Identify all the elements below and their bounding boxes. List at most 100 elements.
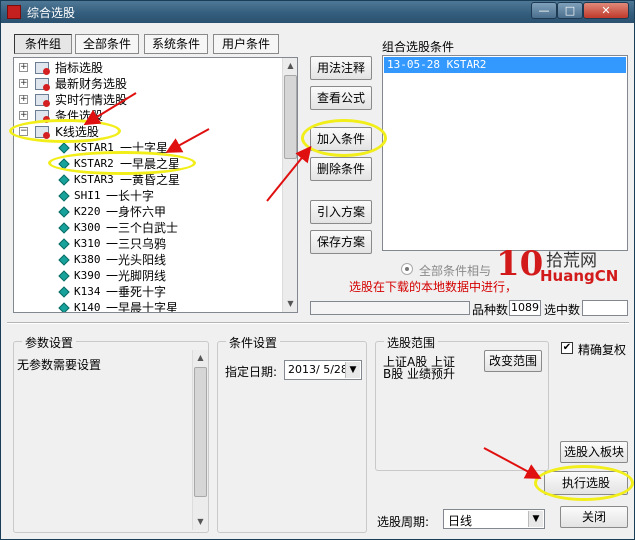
params-group: 参数设置 无参数需要设置 ▲ ▼ [13,334,209,533]
formula-icon [58,302,70,312]
annotation-ring-execute [534,465,634,501]
date-label: 指定日期: [225,365,278,379]
folder-icon [35,78,50,91]
and-radio[interactable] [401,263,413,275]
chevron-down-icon[interactable]: ▼ [528,511,543,527]
range-line-2: B股 业绩预升 [383,367,456,381]
item-name: 一垂死十字 [106,285,167,299]
tree-item[interactable]: SHI1 一长十字 [14,188,284,204]
item-code: K390 [74,269,101,282]
tab-system-conditions[interactable]: 系统条件 [144,34,208,54]
period-label: 选股周期: [377,515,430,529]
count-label: 品种数 [472,303,509,317]
scroll-up-icon[interactable]: ▲ [283,58,297,73]
tree-category[interactable]: + 最新财务选股 [14,76,284,92]
item-name: 一光头阳线 [106,253,167,267]
expand-icon[interactable]: + [19,111,28,120]
expand-icon[interactable]: + [19,95,28,104]
period-select[interactable]: 日线 ▼ [443,509,545,529]
formula-icon [58,254,70,266]
annotation-ring-kline [9,119,121,143]
item-name: 一三个白武士 [106,221,179,235]
tree-item[interactable]: KSTAR3 一黄昏之星 [14,172,284,188]
expand-icon[interactable]: + [19,79,28,88]
tab-all-conditions[interactable]: 全部条件 [75,34,139,54]
tab-condition-group[interactable]: 条件组 [14,34,72,54]
range-group: 选股范围 上证A股 上证 B股 业绩预升 改变范围 [375,334,549,471]
window-title: 综合选股 [27,6,76,20]
condition-tree[interactable]: + 指标选股 + 最新财务选股 + 实时行情选股 + 条件选股 − K线选股 K… [13,57,298,313]
folder-icon [35,62,50,75]
date-value: 2013/ 5/28 [288,363,348,376]
combo-conditions-title: 组合选股条件 [382,40,455,54]
tab-user-conditions[interactable]: 用户条件 [213,34,279,54]
watermark-domain: Huang [540,267,595,285]
view-formula-button[interactable]: 查看公式 [310,86,372,110]
app-icon [7,5,21,19]
scroll-down-icon[interactable]: ▼ [193,514,208,529]
item-code: K380 [74,253,101,266]
item-code: K300 [74,221,101,234]
maximize-button[interactable]: □ [557,2,583,19]
tree-scrollbar[interactable]: ▲ ▼ [282,58,297,312]
usage-notes-button[interactable]: 用法注释 [310,56,372,80]
formula-icon [58,222,70,234]
tree-category[interactable]: + 指标选股 [14,60,284,76]
divider [7,322,629,324]
precise-adjust-checkbox[interactable]: ✔ [561,342,573,354]
scroll-thumb[interactable] [284,75,297,159]
tree-item[interactable]: K390 一光脚阴线 [14,268,284,284]
combo-condition-item[interactable]: 13-05-28 KSTAR2 [384,57,626,73]
expand-icon[interactable]: + [19,63,28,72]
tree-item[interactable]: K220 一身怀六甲 [14,204,284,220]
annotation-ring-kstar2 [48,151,196,175]
formula-icon [58,270,70,282]
formula-icon [58,142,70,154]
item-code: K140 [74,301,101,313]
params-scrollbar[interactable]: ▲ ▼ [192,350,208,530]
category-label: 指标选股 [55,61,104,75]
import-scheme-button[interactable]: 引入方案 [310,200,372,224]
period-value: 日线 [448,514,473,528]
formula-icon [58,190,70,202]
item-name: 一三只乌鸦 [106,237,167,251]
item-name: 一长十字 [106,189,155,203]
item-name: 一早晨十字星 [106,301,179,313]
item-name: 一光脚阴线 [106,269,167,283]
date-picker[interactable]: 2013/ 5/28 ▼ [284,360,362,380]
item-code: SHI1 [74,189,101,202]
formula-icon [58,238,70,250]
tree-item[interactable]: K140 一早晨十字星 [14,300,284,313]
formula-icon [58,286,70,298]
close-window-button[interactable]: ✕ [583,2,629,19]
tree-category[interactable]: + 实时行情选股 [14,92,284,108]
tree-item[interactable]: K300 一三个白武士 [14,220,284,236]
selected-count-value [582,300,628,316]
close-button[interactable]: 关闭 [560,506,628,528]
progress-bar [310,301,470,315]
tree-item[interactable]: K380 一光头阳线 [14,252,284,268]
item-code: K134 [74,285,101,298]
params-text: 无参数需要设置 [17,358,102,372]
scroll-up-icon[interactable]: ▲ [193,350,208,365]
tree-item[interactable]: K134 一垂死十字 [14,284,284,300]
item-code: K220 [74,205,101,218]
formula-icon [58,206,70,218]
scroll-thumb[interactable] [194,367,207,497]
change-range-button[interactable]: 改变范围 [484,350,542,372]
add-to-block-button[interactable]: 选股入板块 [560,441,628,463]
title-bar[interactable]: 综合选股 — □ ✕ [1,1,634,23]
watermark-domain-suffix: .CN [589,267,619,285]
item-name: 一身怀六甲 [106,205,167,219]
minimize-button[interactable]: — [531,2,557,19]
save-scheme-button[interactable]: 保存方案 [310,230,372,254]
scroll-down-icon[interactable]: ▼ [283,296,297,311]
delete-condition-button[interactable]: 删除条件 [310,157,372,181]
tree-item[interactable]: K310 一三只乌鸦 [14,236,284,252]
condition-settings-group: 条件设置 指定日期: 2013/ 5/28 ▼ [217,334,367,533]
item-code: K310 [74,237,101,250]
chevron-down-icon[interactable]: ▼ [345,362,360,378]
combo-conditions-list[interactable]: 13-05-28 KSTAR2 [382,55,628,251]
category-label: 最新财务选股 [55,77,128,91]
stock-screener-window: 综合选股 — □ ✕ 条件组 全部条件 系统条件 用户条件 + 指标选股 + 最… [0,0,635,540]
